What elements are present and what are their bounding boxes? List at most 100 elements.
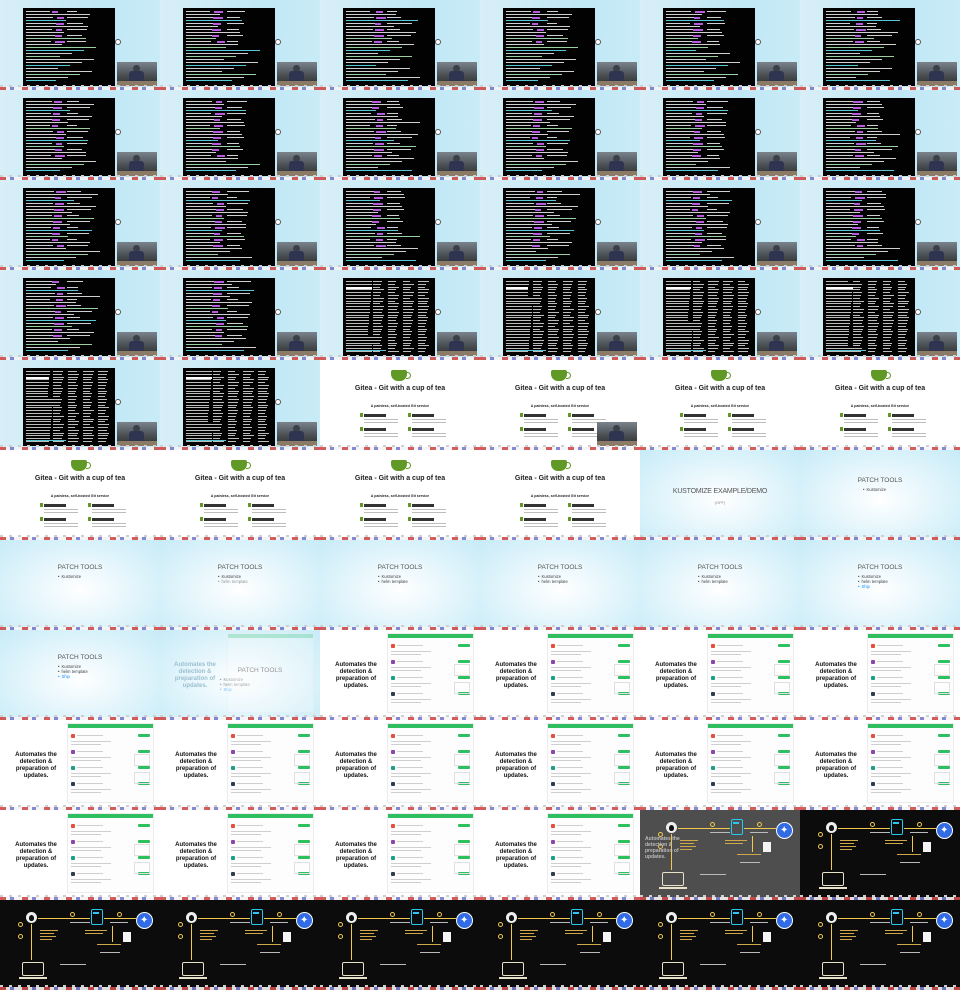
- thumbnail[interactable]: Automates the detection & preparation of…: [0, 810, 160, 900]
- terminal-text-line: [707, 155, 719, 156]
- terminal-text-line: [826, 309, 851, 310]
- thumbnail[interactable]: [800, 900, 960, 990]
- thumbnail[interactable]: [320, 90, 480, 180]
- thumbnail[interactable]: Gitea - Git with a cup of tea A painless,…: [320, 360, 480, 450]
- update-panel: [774, 772, 790, 784]
- thumbnail[interactable]: Automates the detection & preparation of…: [640, 810, 800, 900]
- thumbnail[interactable]: Automates the detection & preparation of…: [320, 720, 480, 810]
- thumbnail[interactable]: [480, 900, 640, 990]
- thumbnail[interactable]: PATCH TOOLSKustomize: [0, 540, 160, 630]
- thumbnail[interactable]: [160, 360, 320, 450]
- thumbnail[interactable]: Automates the detection & preparation of…: [320, 810, 480, 900]
- repo-text-line: [231, 757, 271, 758]
- thumbnail[interactable]: [480, 90, 640, 180]
- thumbnail[interactable]: [320, 900, 480, 990]
- terminal-highlight: [852, 112, 861, 115]
- thumbnail[interactable]: [320, 180, 480, 270]
- thumbnail[interactable]: PATCH TOOLSKustomizehelm template: [160, 540, 320, 630]
- thumbnail[interactable]: PATCH TOOLSKustomizehelm templateShip: [0, 630, 160, 720]
- thumbnail[interactable]: [160, 0, 320, 90]
- thumbnail[interactable]: [800, 0, 960, 90]
- thumbnail[interactable]: [320, 270, 480, 360]
- thumbnail[interactable]: KUSTOMIZE EXAMPLE/DEMO (OFF): [640, 450, 800, 540]
- thumbnail[interactable]: [800, 180, 960, 270]
- thumbnail[interactable]: [160, 90, 320, 180]
- feature-text-line: [524, 523, 558, 524]
- thumbnail[interactable]: [640, 900, 800, 990]
- slide-headline: Automates the detection & preparation of…: [335, 842, 377, 869]
- thumbnail[interactable]: [800, 270, 960, 360]
- thumbnail[interactable]: PATCH TOOLSKustomizehelm templateShipAut…: [160, 630, 320, 720]
- thumbnail[interactable]: PATCH TOOLSKustomizehelm template: [320, 540, 480, 630]
- thumbnail[interactable]: Gitea - Git with a cup of tea A painless,…: [640, 360, 800, 450]
- thumbnail[interactable]: Automates the detection & preparation of…: [160, 720, 320, 810]
- terminal-text-line: [388, 323, 398, 324]
- thumbnail[interactable]: Automates the detection & preparation of…: [640, 630, 800, 720]
- thumbnail[interactable]: [160, 180, 320, 270]
- terminal-text-line: [213, 373, 220, 375]
- thumbnail[interactable]: Automates the detection & preparation of…: [320, 630, 480, 720]
- thumbnail[interactable]: Automates the detection & preparation of…: [800, 630, 960, 720]
- thumbnail[interactable]: [480, 0, 640, 90]
- thumbnail[interactable]: Gitea - Git with a cup of tea A painless,…: [480, 450, 640, 540]
- thumbnail[interactable]: [0, 90, 160, 180]
- thumbnail[interactable]: PATCH TOOLSKustomizehelm templateShip: [800, 540, 960, 630]
- terminal-text-line: [26, 164, 84, 165]
- thumbnail[interactable]: [640, 180, 800, 270]
- thumbnail[interactable]: Gitea - Git with a cup of tea A painless,…: [800, 360, 960, 450]
- thumbnail[interactable]: [640, 270, 800, 360]
- repo-icon: [711, 644, 715, 648]
- terminal-text-line: [548, 328, 559, 330]
- thumbnail[interactable]: Automates the detection & preparation of…: [480, 630, 640, 720]
- thumbnail[interactable]: Automates the detection & preparation of…: [640, 720, 800, 810]
- thumbnail[interactable]: Automates the detection & preparation of…: [800, 720, 960, 810]
- terminal-text-line: [898, 342, 906, 344]
- thumbnail[interactable]: [0, 0, 160, 90]
- thumbnail[interactable]: Automates the detection & preparation of…: [160, 810, 320, 900]
- terminal-text-line: [506, 155, 532, 156]
- thumbnail[interactable]: PATCH TOOLSKustomizehelm template: [480, 540, 640, 630]
- thumbnail[interactable]: [0, 360, 160, 450]
- thumbnail[interactable]: Gitea - Git with a cup of tea A painless,…: [480, 360, 640, 450]
- terminal-text-line: [666, 68, 716, 69]
- terminal-text-line: [533, 314, 544, 316]
- thumbnail[interactable]: [160, 900, 320, 990]
- thumbnail[interactable]: [0, 270, 160, 360]
- terminal-text-line: [418, 314, 426, 316]
- thumbnail[interactable]: [800, 90, 960, 180]
- terminal-text-line: [666, 101, 693, 102]
- terminal-text-line: [826, 44, 896, 45]
- thumbnail[interactable]: Automates the detection & preparation of…: [480, 720, 640, 810]
- thumbnail[interactable]: Gitea - Git with a cup of tea A painless,…: [320, 450, 480, 540]
- terminal-text-line: [26, 314, 74, 315]
- thumbnail[interactable]: [640, 90, 800, 180]
- thumbnail[interactable]: [480, 180, 640, 270]
- terminal-text-line: [26, 251, 100, 252]
- terminal-text-line: [68, 373, 79, 375]
- repo-text-line: [551, 651, 591, 652]
- thumbnail[interactable]: PATCH TOOLSKustomize: [800, 450, 960, 540]
- terminal-text-line: [666, 254, 700, 255]
- terminal-highlight: [212, 304, 220, 307]
- thumbnail[interactable]: [640, 0, 800, 90]
- terminal-highlight: [856, 136, 863, 139]
- terminal-highlight: [374, 148, 384, 151]
- thumbnail[interactable]: [320, 0, 480, 90]
- diagram-label: [885, 933, 903, 934]
- thumbnail[interactable]: [480, 270, 640, 360]
- thumbnail[interactable]: Gitea - Git with a cup of tea A painless,…: [160, 450, 320, 540]
- thumbnail[interactable]: [0, 900, 160, 990]
- thumbnail[interactable]: Automates the detection & preparation of…: [0, 720, 160, 810]
- repo-text-line: [391, 760, 421, 761]
- terminal-text-line: [346, 257, 382, 258]
- terminal-text-line: [186, 296, 230, 297]
- thumbnail[interactable]: Automates the detection & preparation of…: [480, 810, 640, 900]
- thumbnail[interactable]: [800, 810, 960, 900]
- thumbnail[interactable]: Gitea - Git with a cup of tea A painless,…: [0, 450, 160, 540]
- terminal-window: [823, 278, 915, 356]
- terminal-text-line: [26, 14, 90, 15]
- thumbnail[interactable]: PATCH TOOLSKustomizehelm template: [640, 540, 800, 630]
- thumbnail[interactable]: [160, 270, 320, 360]
- thumbnail[interactable]: [0, 180, 160, 270]
- terminal-text-line: [826, 23, 850, 24]
